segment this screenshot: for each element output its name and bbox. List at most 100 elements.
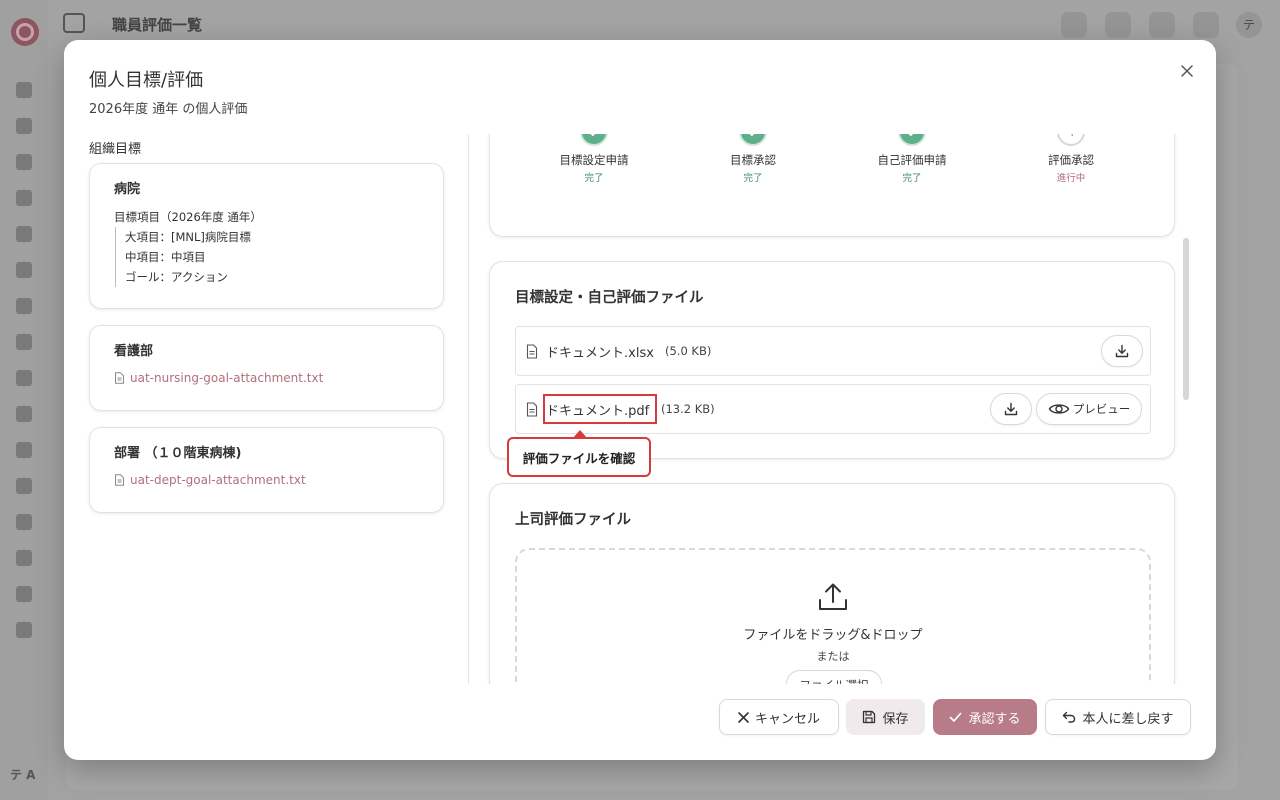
file-dropzone[interactable]: ファイルをドラッグ&ドロップ または ファイル選択	[515, 548, 1151, 684]
user-initials[interactable]: テ A	[10, 766, 35, 783]
step-number: 4	[1057, 134, 1085, 146]
workflow-step-4: 4 評価承認 進行中	[1011, 134, 1131, 184]
check-icon	[590, 134, 596, 136]
nav-icon[interactable]	[16, 370, 32, 386]
sidebar-toggle-icon[interactable]	[63, 13, 85, 33]
step-label: 評価承認	[1048, 153, 1094, 167]
nav-icon[interactable]	[16, 154, 32, 170]
calendar-icon[interactable]	[1105, 12, 1131, 38]
goal-lines: 大項目：[MNL]病院目標 中項目：中項目 ゴール：アクション	[115, 227, 251, 287]
highlight-box	[543, 394, 657, 424]
goal-line-goal: ゴール：アクション	[125, 270, 228, 284]
org-card-title: 看護部	[114, 344, 154, 359]
scrollbar[interactable]	[1182, 134, 1190, 684]
dept-attachment-link[interactable]: uat-dept-goal-attachment.txt	[114, 473, 306, 487]
org-goals-panel: 組織目標 病院 目標項目（2026年度 通年） 大項目：[MNL]病院目標 中項…	[89, 134, 445, 684]
workflow-step-3: 自己評価申請 完了	[852, 134, 972, 184]
supervisor-files-card: 上司評価ファイル ファイルをドラッグ&ドロップ または ファイル選択	[489, 483, 1175, 684]
workflow-stepper-card: 目標設定申請 完了 目標承認 完了 自己評価申請 完了 4 評価承認 進	[489, 134, 1175, 237]
scrollbar-thumb[interactable]	[1183, 238, 1189, 400]
page-title: 職員評価一覧	[112, 16, 203, 34]
undo-icon	[1063, 711, 1076, 723]
upload-icon	[819, 583, 847, 610]
avatar[interactable]: テ	[1236, 12, 1262, 38]
save-label: 保存	[882, 711, 909, 727]
callout-annotation: 評価ファイルを確認	[507, 437, 651, 477]
nav-icon[interactable]	[16, 478, 32, 494]
step-indicator	[739, 134, 767, 146]
document-icon	[115, 372, 124, 384]
step-status: 進行中	[1056, 173, 1086, 184]
evaluation-modal: 個人目標/評価 2026年度 通年 の個人評価 組織目標 病院 目標項目（202…	[64, 40, 1216, 760]
org-card-title: 部署 （１０階東病棟)	[114, 446, 242, 461]
nav-icon[interactable]	[16, 334, 32, 350]
check-icon	[950, 712, 962, 722]
nav-icon[interactable]	[16, 82, 32, 98]
nav-icon[interactable]	[16, 298, 32, 314]
goal-line-middle: 中項目：中項目	[125, 250, 206, 264]
self-eval-files-card: 目標設定・自己評価ファイル ドキュメント.xlsx (5.0 KB) ドキュメン…	[489, 261, 1175, 459]
download-button[interactable]	[1101, 335, 1143, 367]
file-size: (13.2 KB)	[661, 402, 715, 416]
goal-header: 目標項目（2026年度 通年）	[114, 210, 262, 224]
chat-icon[interactable]	[1061, 12, 1087, 38]
file-row: ドキュメント.xlsx (5.0 KB)	[515, 326, 1151, 376]
download-button[interactable]	[990, 393, 1032, 425]
modal-subtitle: 2026年度 通年 の個人評価	[89, 102, 248, 117]
preview-button[interactable]: プレビュー	[1036, 393, 1142, 425]
approve-label: 承認する	[968, 711, 1021, 727]
check-icon	[908, 134, 914, 136]
step-label: 目標承認	[730, 153, 776, 167]
org-card-department: 部署 （１０階東病棟) uat-dept-goal-attachment.txt	[89, 427, 444, 513]
file-row: ドキュメント.pdf (13.2 KB) プレビュー	[515, 384, 1151, 434]
dropzone-or: または	[816, 650, 850, 663]
close-button[interactable]	[1174, 58, 1200, 84]
nav-icon[interactable]	[16, 190, 32, 206]
close-icon	[738, 711, 749, 723]
step-label: 自己評価申請	[877, 153, 947, 167]
nav-icon[interactable]	[16, 514, 32, 530]
nav-icon[interactable]	[16, 118, 32, 134]
download-icon	[1004, 402, 1018, 416]
nav-icon[interactable]	[16, 226, 32, 242]
file-select-button[interactable]: ファイル選択	[786, 670, 882, 684]
eye-icon	[1048, 404, 1070, 414]
message-icon[interactable]	[1193, 12, 1219, 38]
nav-icon[interactable]	[16, 406, 32, 422]
evaluation-scroll-area[interactable]: 目標設定申請 完了 目標承認 完了 自己評価申請 完了 4 評価承認 進	[469, 134, 1185, 684]
cancel-label: キャンセル	[754, 711, 820, 727]
goal-line-major: 大項目：[MNL]病院目標	[125, 230, 251, 244]
nav-icon[interactable]	[16, 262, 32, 278]
nav-icon[interactable]	[16, 442, 32, 458]
step-status: 完了	[902, 173, 922, 184]
bell-icon[interactable]	[1149, 12, 1175, 38]
step-indicator	[580, 134, 608, 146]
workflow-step-2: 目標承認 完了	[693, 134, 813, 184]
nursing-attachment-link[interactable]: uat-nursing-goal-attachment.txt	[114, 371, 323, 385]
nav-icon[interactable]	[16, 550, 32, 566]
file-name: ドキュメント.xlsx	[546, 346, 654, 361]
dropzone-text: ファイルをドラッグ&ドロップ	[743, 628, 923, 643]
step-indicator	[898, 134, 926, 146]
return-label: 本人に差し戻す	[1082, 711, 1174, 727]
close-icon	[1181, 65, 1193, 77]
approve-button[interactable]: 承認する	[933, 699, 1037, 735]
step-status: 完了	[743, 173, 763, 184]
step-status: 完了	[584, 173, 604, 184]
attachment-name[interactable]: uat-nursing-goal-attachment.txt	[130, 371, 323, 385]
workflow-step-1: 目標設定申請 完了	[534, 134, 654, 184]
nav-icon[interactable]	[16, 622, 32, 638]
file-size: (5.0 KB)	[665, 344, 712, 358]
preview-label: プレビュー	[1072, 402, 1131, 416]
save-button[interactable]: 保存	[846, 699, 925, 735]
org-card-nursing: 看護部 uat-nursing-goal-attachment.txt	[89, 325, 444, 411]
document-icon	[115, 474, 124, 486]
attachment-name[interactable]: uat-dept-goal-attachment.txt	[130, 473, 306, 487]
check-icon	[749, 134, 755, 136]
app-sidebar: テ A	[0, 0, 48, 800]
modal-title: 個人目標/評価	[89, 70, 204, 91]
nav-icon[interactable]	[16, 586, 32, 602]
return-to-employee-button[interactable]: 本人に差し戻す	[1045, 699, 1191, 735]
download-icon	[1115, 344, 1129, 358]
cancel-button[interactable]: キャンセル	[719, 699, 839, 735]
